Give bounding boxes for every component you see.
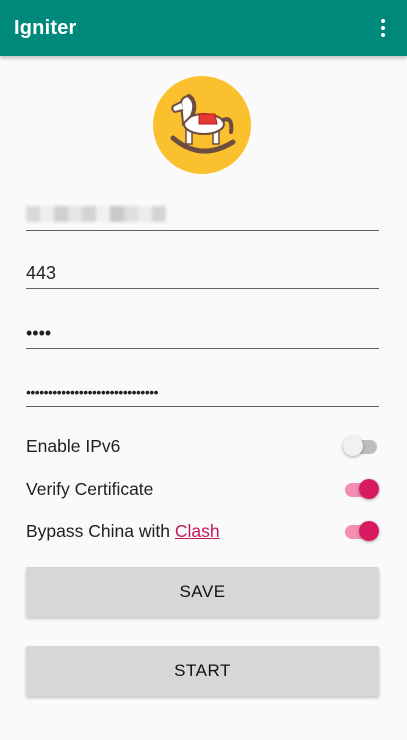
verify-certificate-row: Verify Certificate bbox=[26, 474, 379, 504]
verify-certificate-label: Verify Certificate bbox=[26, 478, 154, 499]
redacted-host-value bbox=[26, 206, 379, 222]
password2-value: •••••••••••••••••••••••••••••• bbox=[26, 384, 159, 400]
ipv6-row: Enable IPv6 bbox=[26, 431, 379, 461]
start-button[interactable]: START bbox=[26, 646, 379, 696]
port-value: 443 bbox=[26, 263, 57, 283]
port-field[interactable]: 443 bbox=[26, 258, 379, 289]
ipv6-label: Enable IPv6 bbox=[26, 435, 121, 456]
password-value: •••• bbox=[26, 323, 52, 343]
rocking-horse-icon bbox=[153, 76, 251, 174]
bypass-china-row: Bypass China with Clash bbox=[26, 516, 379, 546]
save-button[interactable]: SAVE bbox=[26, 567, 379, 617]
host-field[interactable] bbox=[26, 200, 379, 231]
overflow-menu-icon[interactable] bbox=[369, 14, 397, 42]
app-bar: Igniter bbox=[0, 0, 407, 56]
password-field[interactable]: •••• bbox=[26, 318, 379, 349]
bypass-china-label: Bypass China with Clash bbox=[26, 520, 220, 541]
verify-certificate-switch[interactable] bbox=[343, 479, 379, 499]
password-field-2[interactable]: •••••••••••••••••••••••••••••• bbox=[26, 376, 379, 407]
clash-link[interactable]: Clash bbox=[175, 521, 220, 541]
app-title: Igniter bbox=[14, 16, 77, 39]
ipv6-switch[interactable] bbox=[343, 436, 379, 456]
bypass-china-switch[interactable] bbox=[343, 521, 379, 541]
